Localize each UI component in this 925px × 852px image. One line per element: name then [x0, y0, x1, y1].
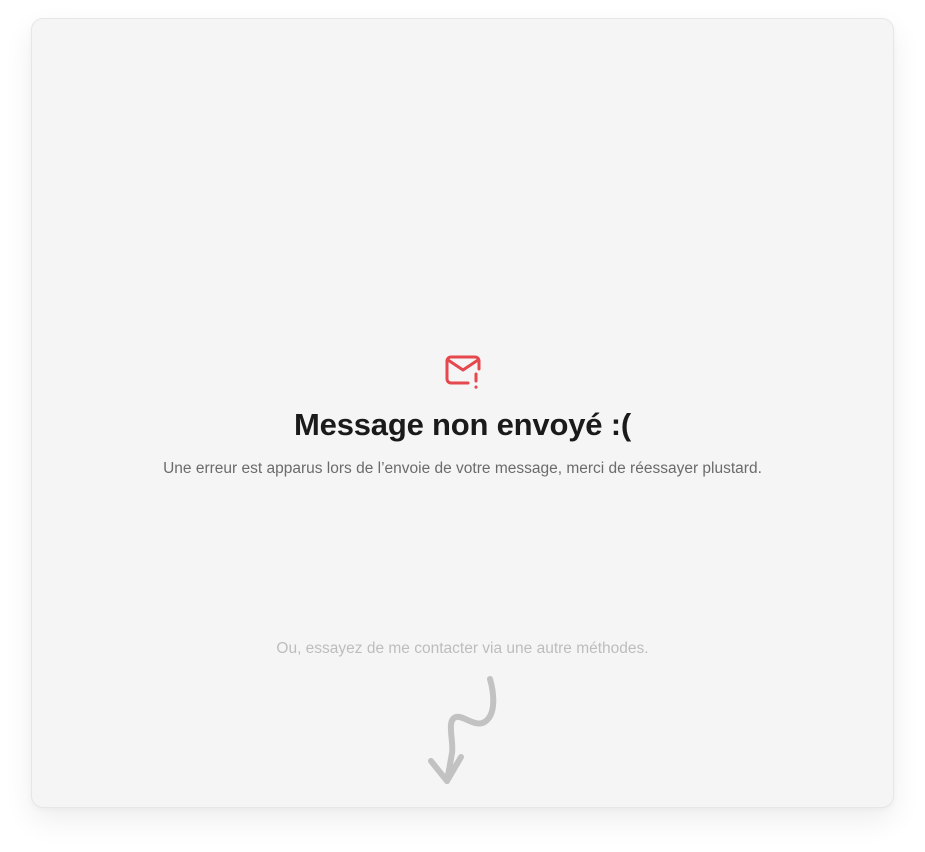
- message-status-card: Message non envoyé :( Une erreur est app…: [31, 18, 894, 808]
- hand-drawn-arrow-down-icon: [428, 676, 497, 784]
- alternative-contact-text: Ou, essayez de me contacter via une autr…: [276, 640, 649, 657]
- error-status: Message non envoyé :( Une erreur est app…: [32, 352, 893, 478]
- error-description: Une erreur est apparus lors de l’envoie …: [163, 460, 762, 477]
- mail-error-icon: [443, 352, 483, 390]
- page-title: Message non envoyé :(: [294, 407, 631, 442]
